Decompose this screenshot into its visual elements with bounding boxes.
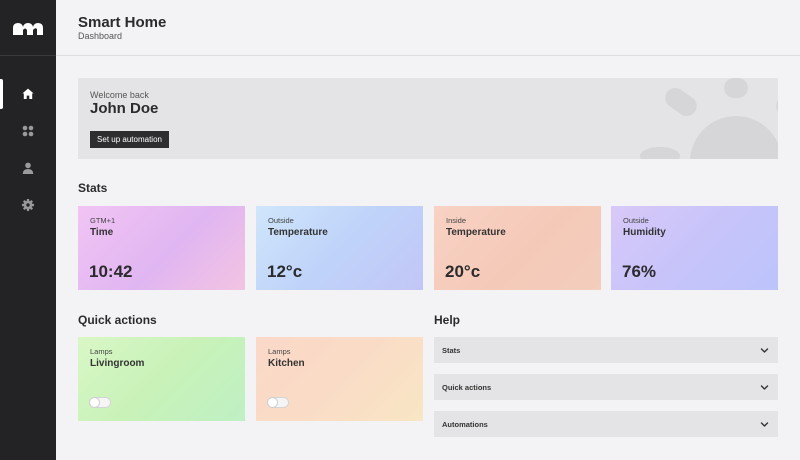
quick-action-title: Livingroom <box>90 358 145 369</box>
welcome-banner: Welcome back John Doe Set up automation <box>78 78 778 159</box>
stat-card-humidity: Outside Humidity 76% <box>611 206 778 290</box>
livingroom-lamps-toggle[interactable] <box>89 397 111 408</box>
stat-card-value: 10:42 <box>89 262 133 281</box>
nav-devices[interactable] <box>0 116 56 146</box>
chevron-down-icon <box>760 422 769 427</box>
stat-card-label: Inside <box>446 216 467 225</box>
chevron-down-icon <box>760 385 769 390</box>
page-subtitle: Dashboard <box>78 31 123 41</box>
stat-card-time: GTM+1 Time 10:42 <box>78 206 245 290</box>
nav-profile[interactable] <box>0 153 56 183</box>
welcome-text: Welcome back <box>90 90 149 100</box>
quick-action-label: Lamps <box>268 347 291 356</box>
help-item-label: Automations <box>442 420 488 429</box>
quick-action-livingroom: Lamps Livingroom <box>78 337 245 421</box>
help-item-label: Stats <box>442 346 461 355</box>
stats-section-title: Stats <box>78 181 108 195</box>
help-section-title: Help <box>434 313 461 327</box>
chevron-down-icon <box>760 348 769 353</box>
stat-card-label: Outside <box>623 216 649 225</box>
quick-action-kitchen: Lamps Kitchen <box>256 337 423 421</box>
sun-illustration <box>640 78 778 159</box>
help-item-label: Quick actions <box>442 383 492 392</box>
app-title: Smart Home <box>78 14 167 31</box>
logo-icon <box>13 22 43 35</box>
stat-card-title: Temperature <box>446 227 506 238</box>
help-item-automations[interactable]: Automations <box>434 411 778 437</box>
nav-home[interactable] <box>0 79 56 109</box>
stat-card-value: 20°c <box>445 262 481 281</box>
stat-card-title: Time <box>90 227 114 238</box>
stat-card-inside-temperature: Inside Temperature 20°c <box>434 206 601 290</box>
quick-action-label: Lamps <box>90 347 113 356</box>
stat-card-value: 76% <box>622 262 657 281</box>
quick-actions-section-title: Quick actions <box>78 313 157 327</box>
help-item-stats[interactable]: Stats <box>434 337 778 363</box>
stat-card-label: GTM+1 <box>90 216 116 225</box>
stat-card-label: Outside <box>268 216 294 225</box>
toggle-knob <box>268 398 277 407</box>
gear-icon <box>22 199 34 211</box>
stat-card-title: Humidity <box>623 227 666 238</box>
home-icon <box>22 88 34 99</box>
toggle-knob <box>90 398 99 407</box>
grid-icon <box>22 125 34 137</box>
logo[interactable] <box>0 0 56 56</box>
header: Smart Home Dashboard <box>56 0 800 56</box>
kitchen-lamps-toggle[interactable] <box>267 397 289 408</box>
quick-action-title: Kitchen <box>268 358 305 369</box>
sidebar <box>0 0 56 460</box>
user-icon <box>22 162 34 174</box>
stat-card-outside-temperature: Outside Temperature 12°c <box>256 206 423 290</box>
setup-automation-button[interactable]: Set up automation <box>90 131 169 148</box>
user-name: John Doe <box>90 100 159 117</box>
nav-settings[interactable] <box>0 190 56 220</box>
help-item-quick-actions[interactable]: Quick actions <box>434 374 778 400</box>
stat-card-value: 12°c <box>267 262 303 281</box>
stat-card-title: Temperature <box>268 227 328 238</box>
